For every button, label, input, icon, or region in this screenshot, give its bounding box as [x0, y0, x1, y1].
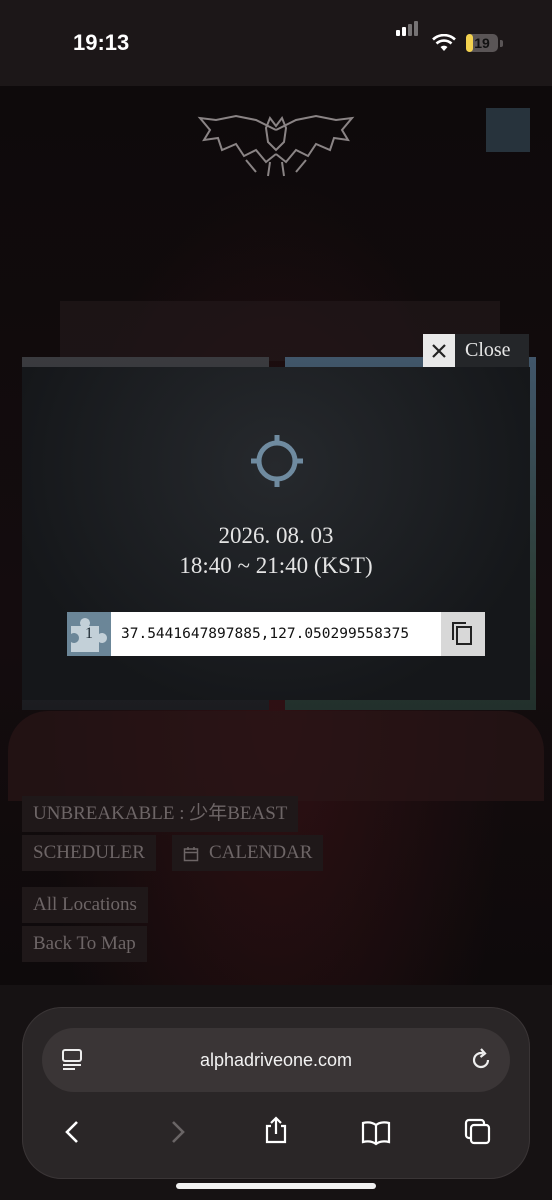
close-button[interactable]: [423, 334, 455, 368]
bookmarks-icon[interactable]: [361, 1117, 391, 1147]
status-time: 19:13: [73, 30, 130, 55]
forward-icon[interactable]: [162, 1117, 192, 1147]
puzzle-badge-corner[interactable]: [486, 108, 530, 152]
event-time: 18:40 ~ 21:40 (KST): [179, 553, 373, 578]
close-label[interactable]: Close: [455, 334, 529, 368]
bat-logo-icon: [197, 114, 355, 177]
coordinates-text[interactable]: 37.5441647897885,127.050299558375: [121, 612, 409, 656]
share-icon[interactable]: [261, 1115, 291, 1145]
close-icon: [432, 344, 446, 358]
reload-icon[interactable]: [468, 1047, 494, 1073]
status-bar: 19:13 19: [0, 0, 552, 86]
calendar-button[interactable]: CALENDAR: [172, 835, 324, 871]
battery-icon: 19: [466, 34, 498, 52]
back-to-map-button[interactable]: Back To Map: [22, 926, 147, 962]
title-chip[interactable]: UNBREAKABLE : 少年BEAST: [22, 796, 299, 832]
url-text[interactable]: alphadriveone.com: [42, 1028, 510, 1092]
event-date: 2026. 08. 03: [218, 523, 334, 548]
location-modal: 2026. 08. 03 18:40 ~ 21:40 (KST) 1 37.54…: [22, 367, 530, 700]
back-icon[interactable]: [58, 1117, 88, 1147]
battery-tip: [500, 40, 503, 47]
coordinates-field[interactable]: 1 37.5441647897885,127.050299558375: [67, 612, 485, 656]
tabs-icon[interactable]: [463, 1117, 493, 1147]
home-indicator[interactable]: [176, 1183, 376, 1189]
background-sofa: [8, 711, 544, 801]
copy-icon: [452, 622, 472, 645]
wifi-icon: [432, 34, 456, 51]
puzzle-number: 1: [85, 625, 93, 642]
scheduler-button[interactable]: SCHEDULER: [22, 835, 156, 871]
all-locations-button[interactable]: All Locations: [22, 887, 148, 923]
calendar-icon: [183, 846, 199, 861]
puzzle-badge: 1: [67, 612, 111, 656]
crosshair-icon: [251, 435, 303, 487]
calendar-label: CALENDAR: [209, 842, 313, 863]
battery-level: 19: [474, 35, 490, 51]
url-bar[interactable]: alphadriveone.com: [42, 1028, 510, 1092]
copy-button[interactable]: [441, 612, 485, 656]
